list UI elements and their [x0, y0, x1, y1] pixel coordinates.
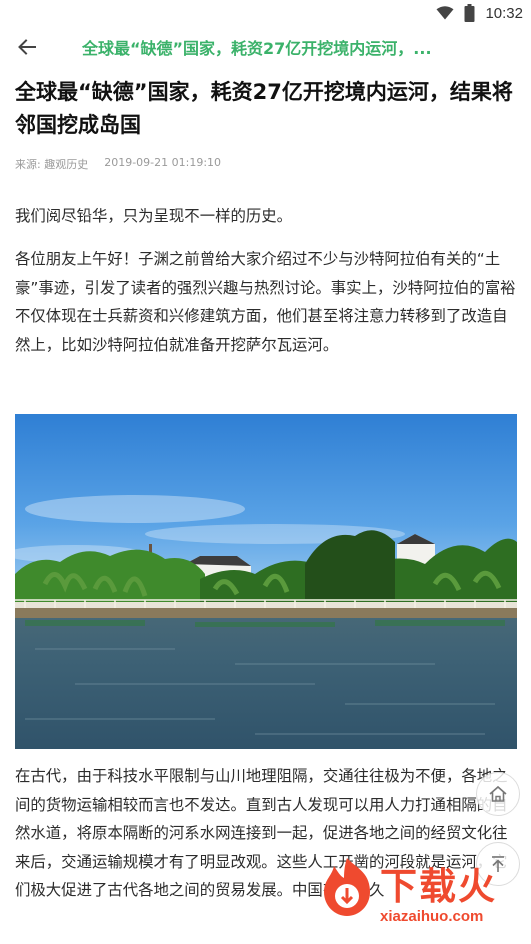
article-paragraph: 各位朋友上午好！子渊之前曾给大家介绍过不少与沙特阿拉伯有关的“土豪”事迹，引发了…	[15, 250, 516, 354]
article-timestamp: 2019-09-21 01:19:10	[104, 156, 222, 169]
status-bar: 10:32	[0, 0, 531, 26]
app-bar: 全球最“缺德”国家，耗资27亿开挖境内运河，...	[0, 26, 531, 66]
arrow-left-icon	[18, 39, 36, 55]
article-title: 全球最“缺德”国家，耗资27亿开挖境内运河，结果将邻国挖成岛国	[15, 80, 513, 137]
status-icons: 10:32	[436, 3, 523, 23]
source-name[interactable]: 趣观历史	[44, 158, 88, 171]
article-image[interactable]	[15, 414, 517, 749]
status-time: 10:32	[485, 4, 523, 22]
article-paragraph: 我们阅尽铅华，只为呈现不一样的历史。	[15, 207, 293, 225]
home-icon	[489, 785, 507, 802]
watermark-logo-icon	[324, 858, 370, 916]
article-meta: 来源: 趣观历史 2019-09-21 01:19:10	[15, 156, 221, 172]
article-source: 来源: 趣观历史	[15, 156, 88, 172]
back-button[interactable]	[12, 32, 42, 62]
watermark: 下载火 xiazaihuo.com	[312, 848, 524, 940]
app-bar-title: 全球最“缺德”国家，耗资27亿开挖境内运河，...	[82, 39, 432, 58]
watermark-url: xiazaihuo.com	[380, 908, 484, 925]
source-label: 来源:	[15, 158, 41, 171]
home-button[interactable]	[476, 772, 520, 816]
battery-icon	[464, 4, 475, 22]
watermark-text: 下载火	[380, 865, 497, 908]
wifi-icon	[436, 6, 454, 20]
